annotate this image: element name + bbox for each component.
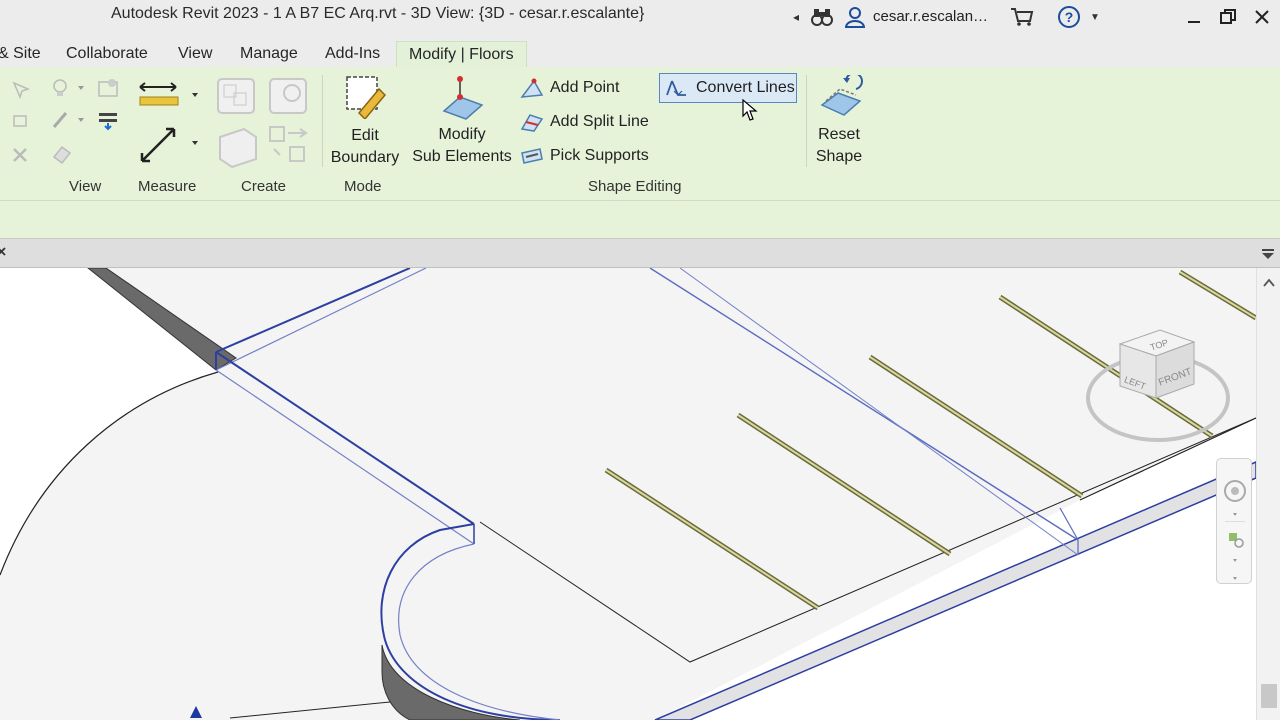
options-bar (0, 201, 1280, 238)
help-dropdown-icon[interactable]: ▼ (1089, 5, 1101, 29)
panel-label-shape-editing: Shape Editing (588, 178, 682, 195)
view-tab-bar (0, 238, 1280, 268)
mouse-cursor-icon (742, 99, 758, 121)
minimize-icon[interactable] (1184, 5, 1204, 29)
restore-icon[interactable] (1218, 5, 1238, 29)
user-icon[interactable] (843, 5, 867, 29)
panel-label-measure: Measure (138, 178, 197, 195)
brush-icon[interactable] (50, 109, 90, 131)
collapse-arrow-icon[interactable]: ◂ (790, 5, 802, 29)
convert-lines-button[interactable]: Convert Lines (659, 73, 797, 103)
pick-supports-label: Pick Supports (550, 147, 649, 164)
modify-sub-label-2: Sub Elements (412, 148, 512, 165)
svg-text:?: ? (1065, 9, 1074, 25)
edit-boundary-label-2: Boundary (330, 149, 400, 166)
add-point-button[interactable]: Add Point (520, 76, 619, 100)
lightbulb-icon[interactable] (50, 77, 90, 99)
tab-view[interactable]: View (178, 42, 212, 68)
ribbon: View Measure Create Edit Boundary Mode M… (0, 67, 1280, 201)
title-bar: Autodesk Revit 2023 - 1 A B7 EC Arq.rvt … (0, 0, 1280, 36)
panel-separator (322, 75, 323, 167)
vertical-scrollbar[interactable] (1256, 268, 1280, 720)
create-parts-icon[interactable] (266, 75, 312, 117)
modify-sub-elements-icon[interactable] (440, 75, 486, 121)
pick-supports-icon (521, 148, 543, 164)
user-name-dropdown[interactable]: cesar.r.escalan… (873, 8, 988, 25)
close-view-icon[interactable] (0, 245, 8, 261)
measure-distance-icon[interactable] (136, 79, 202, 111)
add-point-label: Add Point (550, 79, 620, 96)
align-icon[interactable] (10, 79, 34, 99)
edit-boundary-icon[interactable] (343, 73, 387, 119)
create-similar-icon[interactable] (266, 123, 312, 169)
create-group-icon[interactable] (214, 123, 260, 169)
panel-label-view: View (69, 178, 102, 195)
modify-sub-label-1: Modify (438, 126, 486, 143)
eraser-icon[interactable] (50, 143, 76, 165)
tab-modify-floors[interactable]: Modify | Floors (396, 41, 527, 69)
create-assembly-icon[interactable] (214, 75, 260, 117)
reset-shape-button[interactable]: Reset Shape (808, 124, 870, 168)
pick-supports-button[interactable]: Pick Supports (520, 144, 649, 168)
panel-label-mode: Mode (344, 178, 382, 195)
tab-add-ins[interactable]: Add-Ins (325, 42, 380, 68)
navigation-bar-graphic (1224, 480, 1246, 580)
add-split-line-label: Add Split Line (550, 113, 649, 130)
scrollbar-graphic (1261, 278, 1277, 708)
paint-icon[interactable] (96, 77, 122, 99)
ribbon-tab-bar: & Site Collaborate View Manage Add-Ins M… (0, 36, 1280, 94)
modify-sub-elements-button[interactable]: Modify Sub Elements (412, 124, 512, 168)
view-tabs-menu-icon[interactable] (1261, 248, 1275, 260)
3d-view-canvas[interactable]: TOP LEFT FRONT (0, 268, 1280, 720)
window-title: Autodesk Revit 2023 - 1 A B7 EC Arq.rvt … (111, 5, 645, 22)
help-icon[interactable]: ? (1056, 5, 1082, 29)
edit-boundary-button[interactable]: Edit Boundary (330, 125, 400, 169)
convert-lines-icon (666, 80, 686, 96)
panel-label-create: Create (241, 178, 287, 195)
close-icon[interactable] (1252, 5, 1272, 29)
add-split-line-button[interactable]: Add Split Line (520, 110, 649, 134)
floor-model-drawing[interactable] (0, 268, 1256, 720)
viewcube[interactable]: TOP LEFT FRONT (1080, 326, 1230, 446)
add-point-icon (520, 78, 544, 98)
binoculars-icon[interactable] (809, 5, 835, 29)
tab-manage[interactable]: Manage (240, 42, 298, 68)
delete-icon[interactable] (10, 145, 34, 165)
reset-shape-label-2: Shape (815, 148, 863, 165)
dimension-icon[interactable] (136, 121, 202, 167)
offset-icon[interactable] (10, 111, 34, 131)
override-graphics-icon[interactable] (96, 109, 122, 131)
reset-shape-icon[interactable] (816, 75, 866, 121)
edit-boundary-label-1: Edit (351, 127, 379, 144)
tab-site[interactable]: & Site (0, 42, 41, 68)
tab-collaborate[interactable]: Collaborate (66, 42, 148, 68)
panel-separator (806, 75, 807, 167)
navigation-bar[interactable] (1216, 458, 1252, 584)
convert-lines-label: Convert Lines (696, 79, 795, 96)
add-split-line-icon (520, 114, 544, 132)
cart-icon[interactable] (1009, 5, 1035, 29)
reset-shape-label-1: Reset (818, 126, 860, 143)
